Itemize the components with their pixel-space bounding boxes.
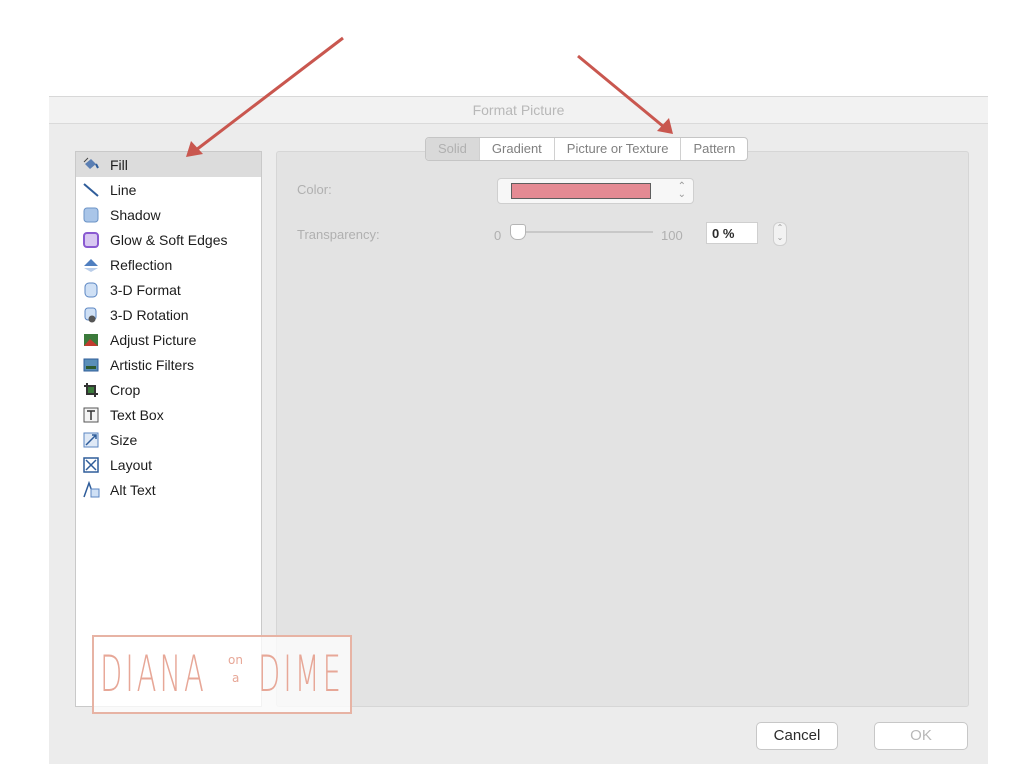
tab-gradient[interactable]: Gradient (480, 138, 555, 160)
color-picker[interactable]: ⌃ ⌄ (497, 178, 694, 204)
sidebar-item-label: Size (110, 431, 138, 448)
size-icon (82, 431, 100, 449)
sidebar-item-3d-format[interactable]: 3-D Format (76, 277, 261, 302)
slider-max-label: 100 (661, 228, 683, 243)
window-title: Format Picture (49, 97, 988, 124)
cancel-button[interactable]: Cancel (756, 722, 838, 750)
3d-format-icon (82, 281, 100, 299)
fill-type-tabs: Solid Gradient Picture or Texture Patter… (425, 137, 749, 161)
sidebar-item-fill[interactable]: Fill (76, 152, 261, 177)
sidebar-item-label: Adjust Picture (110, 331, 197, 348)
reflection-icon (82, 256, 100, 274)
shadow-icon (82, 206, 100, 224)
sidebar-item-text-box[interactable]: Text Box (76, 402, 261, 427)
sidebar-item-3d-rotation[interactable]: 3-D Rotation (76, 302, 261, 327)
sidebar-item-layout[interactable]: Layout (76, 452, 261, 477)
3d-rotation-icon (82, 306, 100, 324)
sidebar-item-reflection[interactable]: Reflection (76, 252, 261, 277)
fill-options-panel (276, 151, 969, 707)
sidebar-item-label: 3-D Format (110, 281, 181, 298)
sidebar-item-label: Crop (110, 381, 141, 398)
color-swatch (511, 183, 651, 199)
watermark-word-right: DIME (258, 645, 344, 703)
line-icon (82, 181, 100, 199)
sidebar-item-label: Shadow (110, 206, 161, 223)
watermark-word-left: DIANA (100, 645, 207, 703)
tab-solid[interactable]: Solid (426, 138, 480, 160)
sidebar-item-adjust-picture[interactable]: Adjust Picture (76, 327, 261, 352)
watermark-on: on (228, 653, 243, 667)
sidebar-item-artistic-filters[interactable]: Artistic Filters (76, 352, 261, 377)
ok-button[interactable]: OK (874, 722, 968, 750)
sidebar-item-shadow[interactable]: Shadow (76, 202, 261, 227)
sidebar-item-label: Glow & Soft Edges (110, 231, 228, 248)
crop-icon (82, 381, 100, 399)
layout-icon (82, 456, 100, 474)
watermark-logo: DIANA on a DIME (92, 635, 352, 714)
sidebar-item-label: Layout (110, 456, 153, 473)
glow-icon (82, 231, 100, 249)
tab-pattern[interactable]: Pattern (681, 138, 747, 160)
sidebar-item-label: Line (110, 181, 137, 198)
sidebar-item-crop[interactable]: Crop (76, 377, 261, 402)
sidebar-item-line[interactable]: Line (76, 177, 261, 202)
sidebar-item-label: Text Box (110, 406, 164, 423)
watermark-a: a (232, 671, 240, 685)
sidebar-item-label: Fill (110, 156, 128, 173)
color-label: Color: (297, 182, 332, 197)
color-stepper-icon: ⌃ ⌄ (677, 181, 686, 200)
fill-bucket-icon (82, 156, 100, 174)
sidebar-item-size[interactable]: Size (76, 427, 261, 452)
adjust-picture-icon (82, 331, 100, 349)
transparency-slider-thumb[interactable] (510, 224, 526, 240)
sidebar: Fill Line Shadow Glow & Soft Edges Refle… (75, 151, 262, 707)
sidebar-item-alt-text[interactable]: Alt Text (76, 477, 261, 502)
sidebar-item-label: Artistic Filters (110, 356, 194, 373)
tab-picture-or-texture[interactable]: Picture or Texture (555, 138, 682, 160)
transparency-stepper[interactable]: ⌃ ⌄ (773, 222, 787, 246)
transparency-label: Transparency: (297, 227, 380, 242)
sidebar-item-glow-soft-edges[interactable]: Glow & Soft Edges (76, 227, 261, 252)
transparency-slider[interactable] (517, 231, 653, 233)
slider-min-label: 0 (494, 228, 502, 243)
sidebar-item-label: Reflection (110, 256, 173, 273)
sidebar-item-label: Alt Text (110, 481, 156, 498)
artistic-filters-icon (82, 356, 100, 374)
sidebar-item-label: 3-D Rotation (110, 306, 189, 323)
text-box-icon (82, 406, 100, 424)
transparency-input[interactable]: 0 % (706, 222, 758, 244)
alt-text-icon (82, 480, 100, 499)
